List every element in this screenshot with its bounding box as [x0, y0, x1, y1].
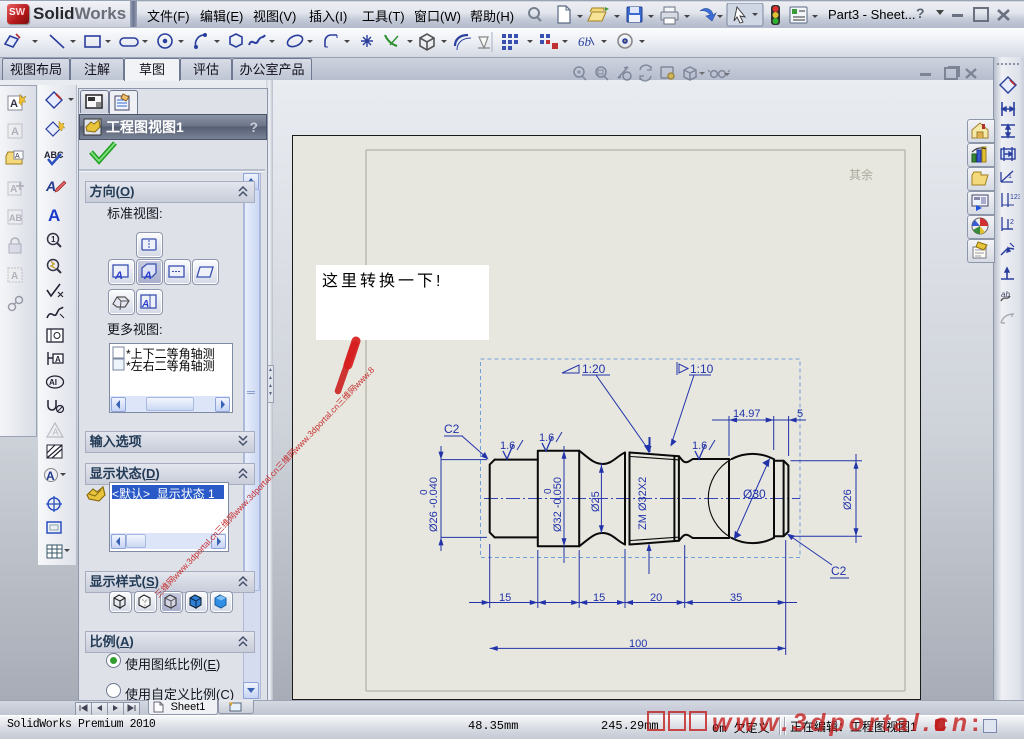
svg-text:0: 0 — [543, 488, 554, 494]
svg-text:Ø25: Ø25 — [590, 491, 602, 512]
svg-text:A: A — [114, 270, 123, 282]
svg-text:20: 20 — [650, 592, 662, 604]
svg-text:C2: C2 — [444, 422, 460, 436]
svg-text:C2: C2 — [831, 564, 847, 578]
svg-text:14.97: 14.97 — [733, 408, 761, 420]
svg-text:Ø26 -0.040: Ø26 -0.040 — [428, 477, 440, 532]
svg-text:15: 15 — [593, 592, 605, 604]
svg-text:1.6: 1.6 — [500, 440, 515, 452]
svg-text:1: 1 — [1008, 173, 1012, 180]
svg-text:1.6: 1.6 — [539, 432, 554, 444]
svg-text:ab: ab — [1001, 290, 1010, 299]
svg-text:35: 35 — [730, 592, 742, 604]
svg-text:1:20: 1:20 — [582, 362, 606, 376]
svg-text:A: A — [141, 299, 149, 310]
svg-text:5: 5 — [797, 408, 803, 420]
svg-text:1.6: 1.6 — [692, 440, 707, 452]
svg-text:Ø30: Ø30 — [743, 487, 766, 501]
svg-text:Ø32 -0.050: Ø32 -0.050 — [552, 477, 564, 532]
svg-text:A: A — [143, 270, 152, 282]
svg-text:0: 0 — [419, 489, 430, 495]
svg-text:ZM Ø32X2: ZM Ø32X2 — [637, 477, 649, 530]
svg-text:6b: 6b — [578, 34, 592, 49]
svg-text:2: 2 — [1010, 219, 1014, 226]
svg-text:其余: 其余 — [849, 167, 873, 182]
svg-text:Ø26: Ø26 — [842, 489, 854, 510]
svg-text:1:10: 1:10 — [690, 362, 714, 376]
svg-text:100: 100 — [629, 638, 647, 650]
svg-text:15: 15 — [499, 592, 511, 604]
svg-text:123: 123 — [1010, 194, 1020, 201]
